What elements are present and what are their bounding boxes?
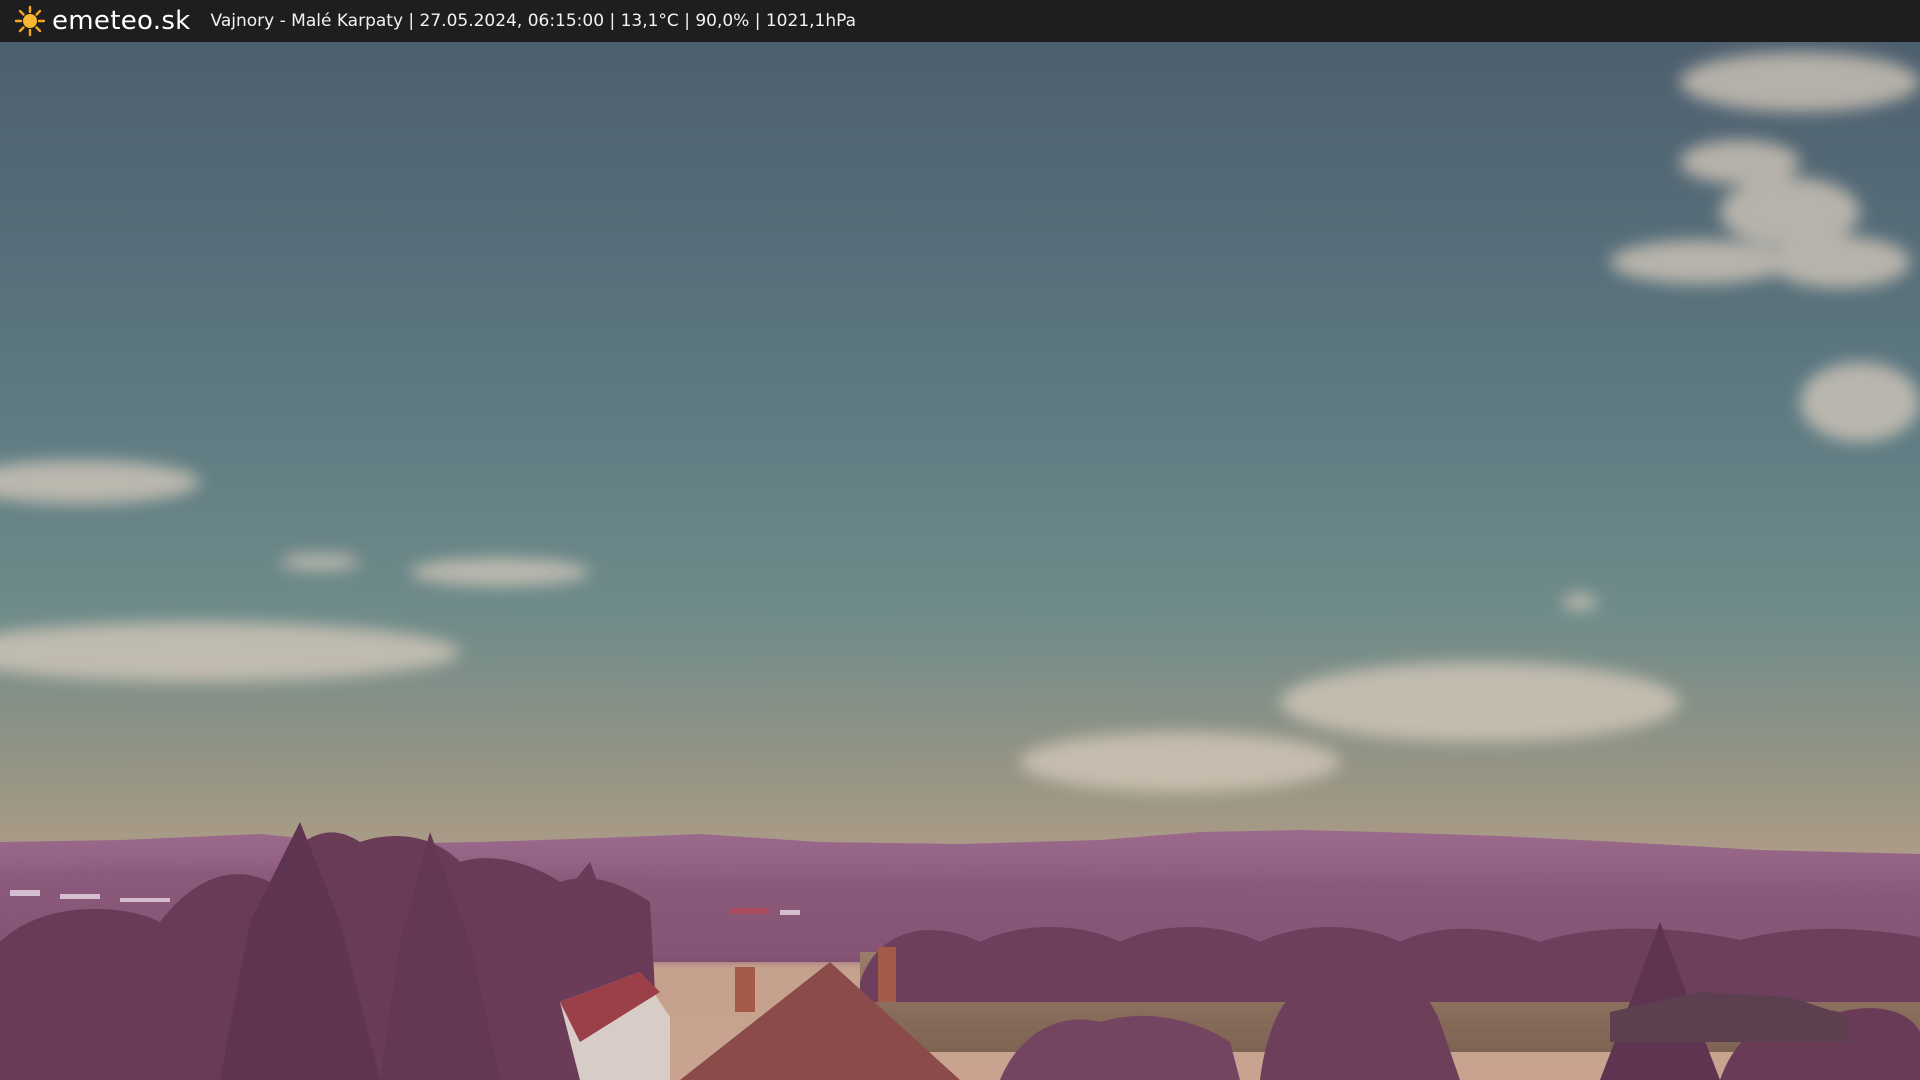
- webcam-header-bar: emeteo.sk Vajnory - Malé Karpaty | 27.05…: [0, 0, 1920, 42]
- landscape-scene: [0, 42, 1920, 1080]
- webcam-image: [0, 42, 1920, 1080]
- sun-icon: [14, 5, 46, 37]
- webcam-view: emeteo.sk Vajnory - Malé Karpaty | 27.05…: [0, 0, 1920, 1080]
- brand-name: emeteo.sk: [52, 6, 191, 36]
- webcam-caption: Vajnory - Malé Karpaty | 27.05.2024, 06:…: [210, 11, 857, 31]
- brand-logo[interactable]: emeteo.sk: [14, 5, 191, 37]
